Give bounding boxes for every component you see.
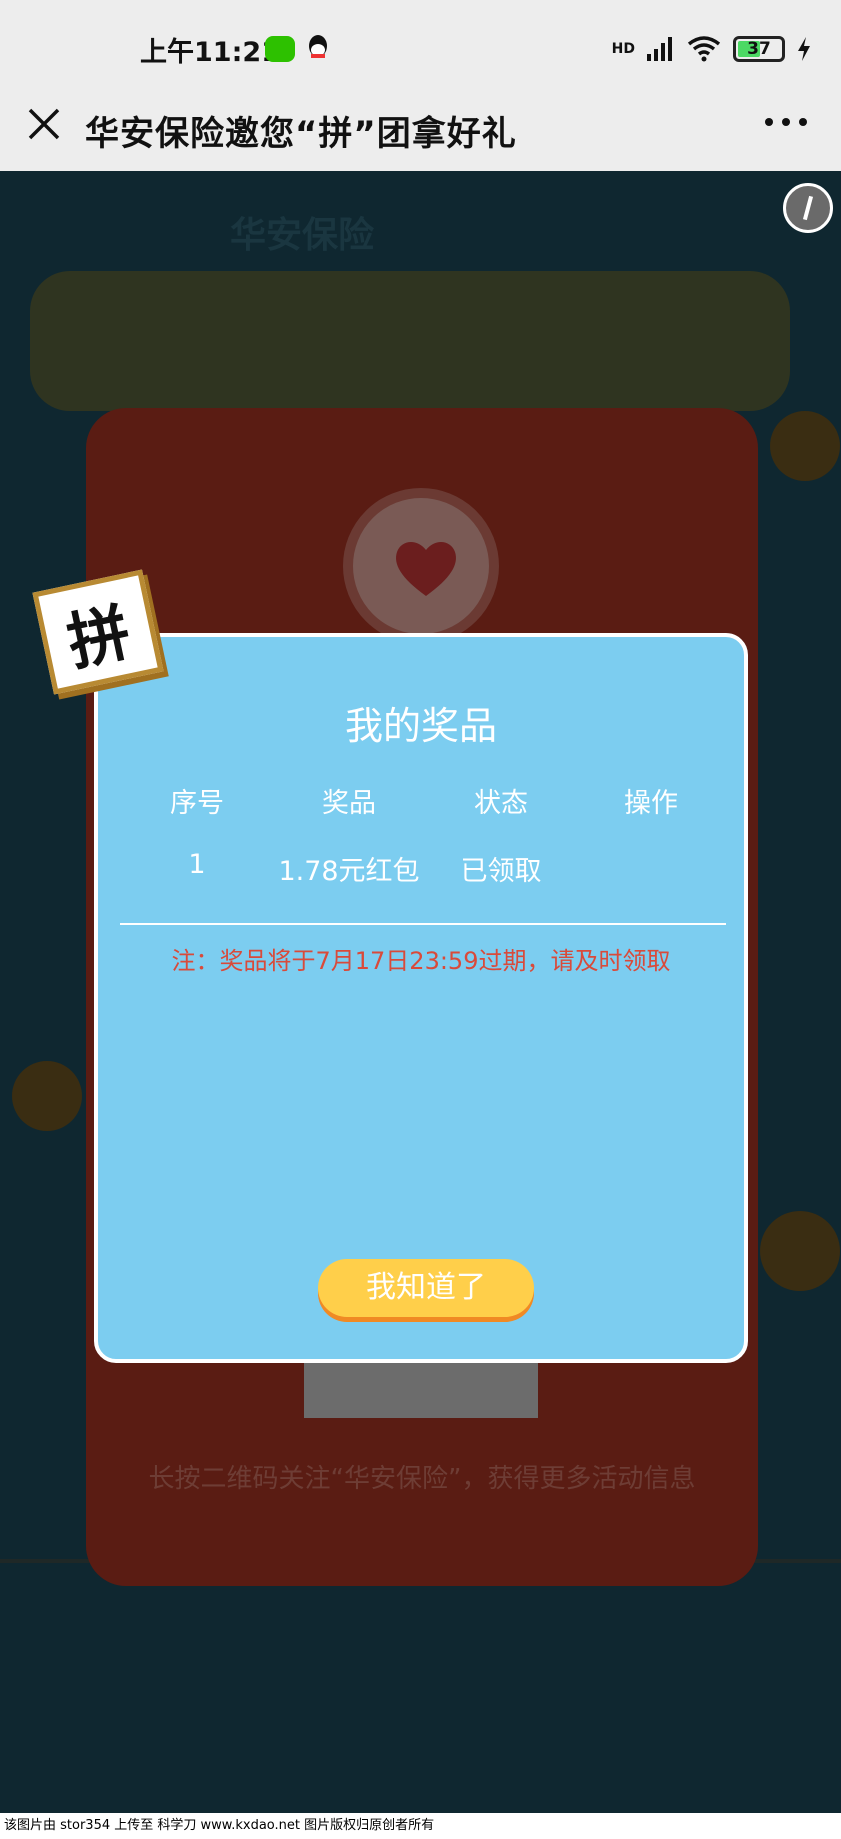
status-time: 上午11:21 <box>140 37 280 68</box>
column-header-index: 序号 <box>170 788 224 819</box>
got-it-button[interactable]: 我知道了 <box>318 1259 534 1317</box>
page-title: 华安保险邀您“拼”团拿好礼 <box>85 114 517 154</box>
row-prize: 1.78元红包 <box>278 856 420 887</box>
decor-coin <box>12 1061 82 1131</box>
status-bar: 上午11:21 HD 37 <box>0 0 841 84</box>
decor-coin <box>770 411 840 481</box>
heart-icon <box>396 541 456 596</box>
decor-coin <box>760 1211 840 1291</box>
brand-logo: 华安保险 <box>230 215 375 256</box>
wifi-icon <box>687 36 721 62</box>
battery-level: 37 <box>747 39 771 59</box>
charging-icon <box>798 37 810 61</box>
network-label: HD <box>611 41 635 57</box>
music-toggle-icon[interactable] <box>783 183 833 233</box>
column-header-action: 操作 <box>624 788 678 819</box>
row-index: 1 <box>188 849 206 880</box>
battery-icon: 37 <box>733 36 785 62</box>
signal-icon <box>647 37 672 61</box>
column-header-status: 状态 <box>474 788 528 819</box>
status-icons: HD 37 <box>612 34 811 64</box>
qq-icon <box>309 35 327 58</box>
column-header-prize: 奖品 <box>322 788 376 819</box>
wechat-icon <box>265 36 295 62</box>
divider <box>120 923 726 925</box>
qr-hint: 长按二维码关注“华安保险”，获得更多活动信息 <box>148 1464 696 1494</box>
expiry-notice: 注：奖品将于7月17日23:59过期，请及时领取 <box>171 947 671 975</box>
close-icon[interactable] <box>22 102 66 146</box>
more-icon[interactable] <box>765 118 807 126</box>
row-status: 已领取 <box>460 856 542 887</box>
modal-title: 我的奖品 <box>344 704 497 748</box>
prize-modal: 我的奖品 序号 奖品 状态 操作 1 1.78元红包 已领取 注：奖品将于7月1… <box>94 633 748 1363</box>
title-bar: 华安保险邀您“拼”团拿好礼 <box>0 84 841 171</box>
activity-banner <box>30 271 790 411</box>
room-illustration <box>0 1559 841 1779</box>
footer-watermark: 该图片由 stor354 上传至 科学刀 www.kxdao.net 图片版权归… <box>0 1813 841 1839</box>
heart-badge <box>343 488 499 644</box>
